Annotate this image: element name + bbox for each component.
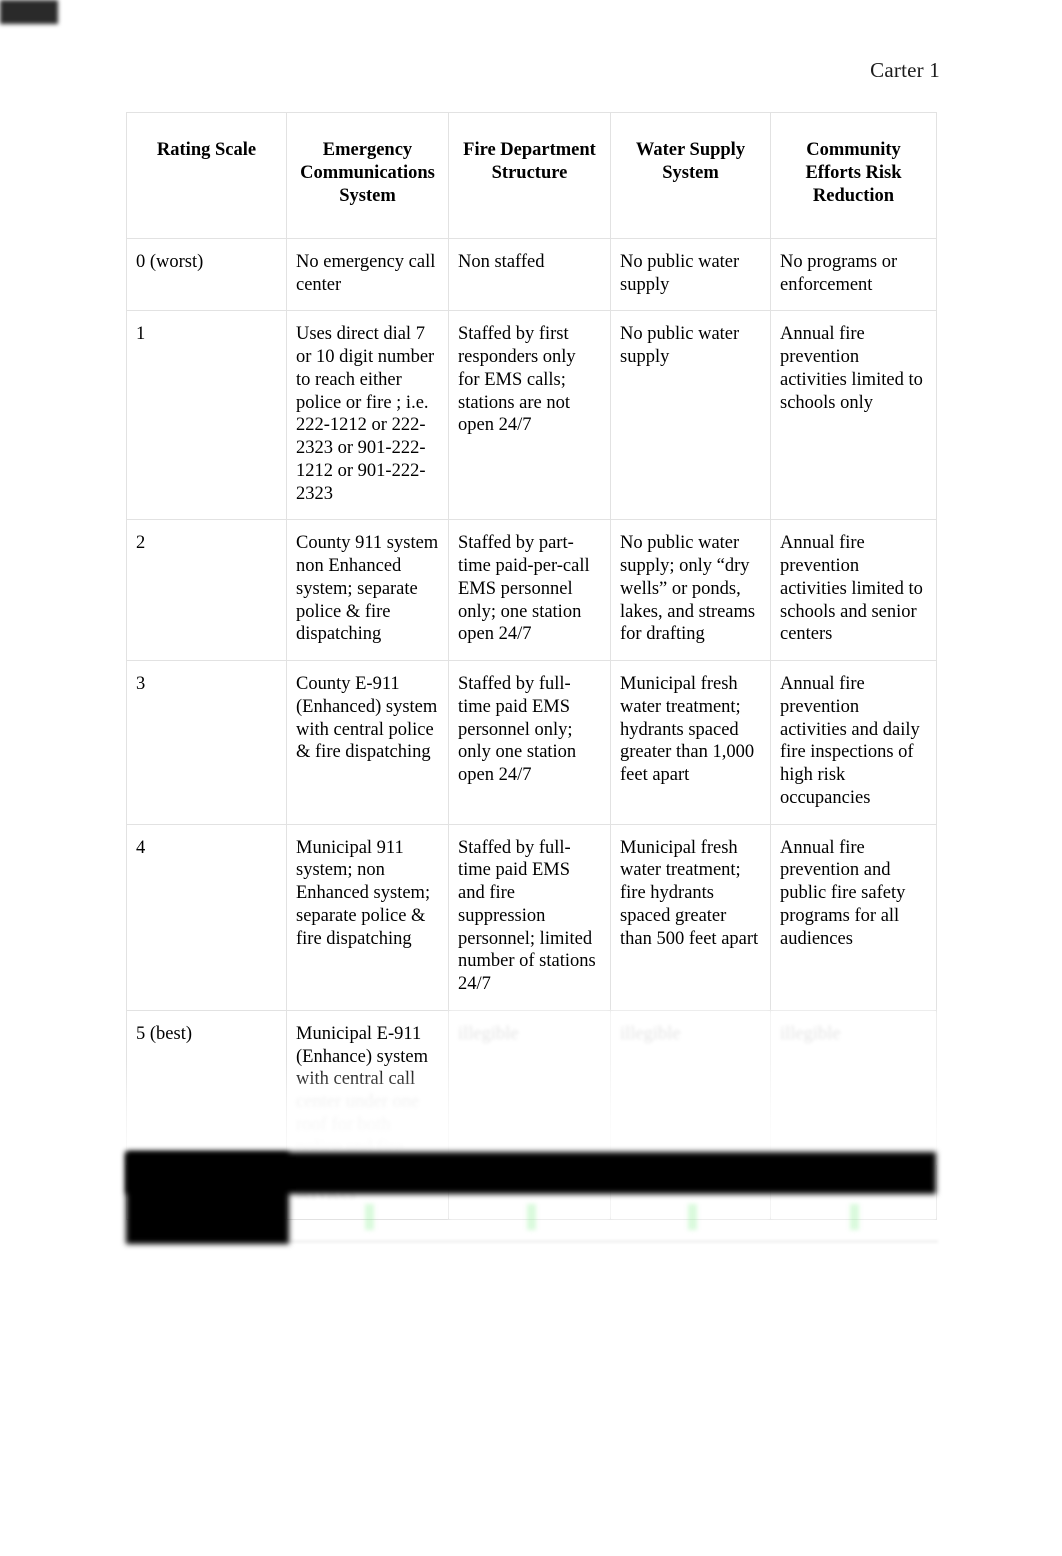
cell-community-efforts: Annual fire prevention activities limite… <box>770 310 937 521</box>
cell-water-supply: illegible <box>610 1009 771 1220</box>
cell-fire-department-structure: Staffed by full-time paid EMS and fire s… <box>448 823 611 1011</box>
cell-water-supply: No public water supply <box>610 237 771 312</box>
running-header: Carter 1 <box>870 58 940 82</box>
table-header-row: Rating Scale Emergency Communications Sy… <box>126 112 937 239</box>
cell-rating-scale: 1 <box>126 310 287 521</box>
cell-water-supply: Municipal fresh water treatment; fire hy… <box>610 823 771 1011</box>
cell-emergency-communications: Municipal E-911 (Enhance) system with ce… <box>286 1009 449 1220</box>
table-row: 4 Municipal 911 system; non Enhanced sys… <box>126 823 937 1011</box>
table-bottom-rule <box>126 1240 938 1243</box>
cell-rating-scale: 4 <box>126 823 287 1011</box>
document-page: Carter 1 Rating Scale Emergency Communic… <box>0 0 1062 1556</box>
cell-text-illegible: center under one roof for both police an… <box>296 1092 420 1204</box>
cell-water-supply: No public water supply; only “dry wells”… <box>610 519 771 662</box>
column-header-community-efforts-risk-reduction: Community Efforts Risk Reduction <box>770 112 937 239</box>
cell-fire-department-structure: Non staffed <box>448 237 611 312</box>
table-row: 2 County 911 system non Enhanced system;… <box>126 519 937 662</box>
cell-emergency-communications: Uses direct dial 7 or 10 digit number to… <box>286 310 449 521</box>
cell-text-visible: Municipal E-911 (Enhance) system with ce… <box>296 1023 429 1090</box>
column-header-emergency-communications-system: Emergency Communications System <box>286 112 449 239</box>
fire-protection-rating-scale-table: Rating Scale Emergency Communications Sy… <box>126 112 937 1220</box>
cell-emergency-communications: County E-911 (Enhanced) system with cent… <box>286 660 449 825</box>
table-row: 0 (worst) No emergency call center Non s… <box>126 237 937 312</box>
cell-community-efforts: Annual fire prevention activities and da… <box>770 660 937 825</box>
column-header-fire-department-structure: Fire Department Structure <box>448 112 611 239</box>
table-row: 3 County E-911 (Enhanced) system with ce… <box>126 660 937 825</box>
cell-rating-scale: 0 (worst) <box>126 237 287 312</box>
cell-fire-department-structure: illegible <box>448 1009 611 1220</box>
cell-fire-department-structure: Staffed by first responders only for EMS… <box>448 310 611 521</box>
cell-fire-department-structure: Staffed by full-time paid EMS personnel … <box>448 660 611 825</box>
cell-fire-department-structure: Staffed by part-time paid-per-call EMS p… <box>448 519 611 662</box>
cell-emergency-communications: Municipal 911 system; non Enhanced syste… <box>286 823 449 1011</box>
cell-rating-scale: 2 <box>126 519 287 662</box>
cell-emergency-communications: County 911 system non Enhanced system; s… <box>286 519 449 662</box>
cell-community-efforts: illegible <box>770 1009 937 1220</box>
cell-community-efforts: Annual fire prevention and public fire s… <box>770 823 937 1011</box>
cell-rating-scale: 3 <box>126 660 287 825</box>
cell-community-efforts: Annual fire prevention activities limite… <box>770 519 937 662</box>
cell-water-supply: Municipal fresh water treatment; hydrant… <box>610 660 771 825</box>
column-header-rating-scale: Rating Scale <box>126 112 287 239</box>
redaction-bar-gap <box>0 0 58 24</box>
cell-emergency-communications: No emergency call center <box>286 237 449 312</box>
cell-water-supply: No public water supply <box>610 310 771 521</box>
column-header-water-supply-system: Water Supply System <box>610 112 771 239</box>
table-row: 5 (best) Municipal E-911 (Enhance) syste… <box>126 1009 937 1220</box>
cell-rating-scale: 5 (best) <box>126 1009 287 1220</box>
table-row: 1 Uses direct dial 7 or 10 digit number … <box>126 310 937 521</box>
cell-community-efforts: No programs or enforcement <box>770 237 937 312</box>
